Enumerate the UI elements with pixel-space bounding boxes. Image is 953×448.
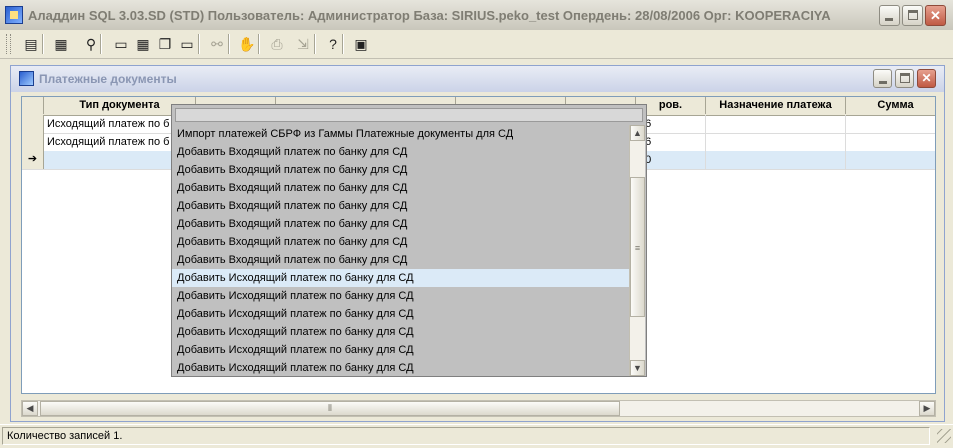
column-header[interactable]: Назначение платежа <box>706 97 846 114</box>
table-cell[interactable] <box>706 133 846 151</box>
dropdown-option[interactable]: Добавить Входящий платеж по банку для СД <box>172 143 629 161</box>
toolbar-separator <box>258 34 260 54</box>
window-single-button[interactable]: ▭ <box>110 33 132 55</box>
arrow-down-icon: ▼ <box>633 363 642 373</box>
minimize-icon <box>885 18 893 21</box>
toolbar-grip[interactable] <box>6 34 11 54</box>
child-maximize-button[interactable] <box>895 69 914 88</box>
table-cell[interactable] <box>706 115 846 133</box>
window-cascade-icon: ❐ <box>158 36 172 52</box>
dropdown-option[interactable]: Добавить Входящий платеж по банку для СД <box>172 233 629 251</box>
print-icon: ⎙ <box>271 36 283 52</box>
dropdown-option[interactable]: Добавить Входящий платеж по банку для СД <box>172 197 629 215</box>
dropdown-option[interactable]: Добавить Исходящий платеж по банку для С… <box>172 287 629 305</box>
column-header[interactable]: Сумма <box>846 97 935 114</box>
dropdown-scroll-thumb[interactable]: ≡ <box>630 177 645 317</box>
table-cell[interactable] <box>846 151 935 169</box>
scroll-right-button[interactable]: ▶ <box>919 401 935 416</box>
toolbar-separator <box>42 34 44 54</box>
window-single-icon: ▭ <box>114 36 128 52</box>
dropdown-option[interactable]: Добавить Исходящий платеж по банку для С… <box>172 359 629 377</box>
stop-button[interactable]: ✋ <box>236 33 258 55</box>
print-button[interactable]: ⎙ <box>266 33 288 55</box>
dropdown-option[interactable]: Добавить Исходящий платеж по банку для С… <box>172 305 629 323</box>
close-icon: ✕ <box>930 8 941 23</box>
help-button[interactable]: ? <box>322 33 344 55</box>
window-tile-button[interactable]: ▦ <box>132 33 154 55</box>
calculator-icon: ▣ <box>354 36 368 52</box>
arrow-right-icon: ▶ <box>923 403 931 413</box>
window-title: Аладдин SQL 3.03.SD (STD) Пользователь: … <box>28 8 831 23</box>
table-cell[interactable] <box>706 151 846 169</box>
help-icon: ? <box>329 36 337 52</box>
toolbar-separator <box>228 34 230 54</box>
status-text: Количество записей 1. <box>2 427 930 445</box>
dropdown-input[interactable] <box>175 108 643 122</box>
find-record-icon: ⚲ <box>85 36 97 52</box>
dropdown-option[interactable]: Добавить Исходящий платеж по банку для С… <box>172 341 629 359</box>
current-row-arrow-icon[interactable]: ➔ <box>22 151 44 169</box>
minimize-icon <box>879 81 887 84</box>
table-cell[interactable] <box>846 115 935 133</box>
find-record-button[interactable]: ⚲ <box>80 33 102 55</box>
horizontal-scrollbar[interactable]: ◀ ⦀ ▶ <box>21 400 936 417</box>
maximize-icon <box>908 10 918 20</box>
status-bar: Количество записей 1. <box>0 424 953 448</box>
database-button[interactable]: ▦ <box>50 33 72 55</box>
dropdown-option[interactable]: Импорт платежей СБРФ из Гаммы Платежные … <box>172 125 629 143</box>
arrow-left-icon: ◀ <box>26 403 34 413</box>
child-window-title: Платежные документы <box>39 72 177 86</box>
window-cascade-button[interactable]: ❐ <box>154 33 176 55</box>
toolbar: ▤ ▦ ⚲ ▭ ▦ ❐ ▭ ⚯ ✋ ⎙ ⇲? ▣ <box>0 30 953 59</box>
grip-icon: ⦀ <box>328 403 332 413</box>
header-corner <box>22 97 44 114</box>
child-close-button[interactable]: ✕ <box>917 69 936 88</box>
app-icon[interactable] <box>5 6 23 24</box>
main-window: Аладдин SQL 3.03.SD (STD) Пользователь: … <box>0 0 953 448</box>
maximize-button[interactable] <box>902 5 923 26</box>
dropdown-option[interactable]: Добавить Исходящий платеж по банку для С… <box>172 323 629 341</box>
table-cell[interactable] <box>846 133 935 151</box>
calculator-button[interactable]: ▣ <box>350 33 372 55</box>
dropdown-option[interactable]: Добавить Входящий платеж по банку для СД <box>172 161 629 179</box>
binoculars-button[interactable]: ⚯ <box>206 33 228 55</box>
scroll-left-button[interactable]: ◀ <box>22 401 38 416</box>
scroll-down-button[interactable]: ▼ <box>630 360 645 376</box>
toolbar-separator <box>314 34 316 54</box>
minimize-button[interactable] <box>879 5 900 26</box>
title-bar[interactable]: Аладдин SQL 3.03.SD (STD) Пользователь: … <box>0 0 953 30</box>
maximize-icon <box>900 73 910 83</box>
close-button[interactable]: ✕ <box>925 5 946 26</box>
dropdown-option[interactable]: Добавить Входящий платеж по банку для СД <box>172 251 629 269</box>
stop-icon: ✋ <box>238 36 256 52</box>
export-button[interactable]: ⇲ <box>292 33 314 55</box>
toolbar-separator <box>198 34 200 54</box>
resize-grip-icon[interactable] <box>937 429 951 443</box>
child-minimize-button[interactable] <box>873 69 892 88</box>
list-icon: ▤ <box>24 36 38 52</box>
list-button[interactable]: ▤ <box>20 33 42 55</box>
window-minimize-all-button[interactable]: ▭ <box>176 33 198 55</box>
document-type-dropdown[interactable]: Импорт платежей СБРФ из Гаммы Платежные … <box>171 104 647 377</box>
child-title-bar[interactable]: Платежные документы ✕ <box>11 66 944 92</box>
dropdown-option[interactable]: Добавить Исходящий платеж по банку для С… <box>172 269 629 287</box>
window-minimize-all-icon: ▭ <box>180 36 194 52</box>
scroll-up-button[interactable]: ▲ <box>630 125 645 141</box>
arrow-up-icon: ▲ <box>633 128 642 138</box>
dropdown-list: Импорт платежей СБРФ из Гаммы Платежные … <box>172 125 629 377</box>
database-icon: ▦ <box>54 36 68 52</box>
dropdown-option[interactable]: Добавить Входящий платеж по банку для СД <box>172 179 629 197</box>
row-header[interactable] <box>22 133 44 151</box>
window-tile-icon: ▦ <box>136 36 150 52</box>
grip-icon: ≡ <box>634 243 641 253</box>
binoculars-icon: ⚯ <box>211 36 223 52</box>
dropdown-scrollbar[interactable]: ▲ ≡ ▼ <box>629 125 645 376</box>
dropdown-option[interactable]: Добавить Входящий платеж по банку для СД <box>172 215 629 233</box>
export-icon: ⇲ <box>297 36 309 52</box>
close-icon: ✕ <box>921 71 932 85</box>
scroll-thumb[interactable]: ⦀ <box>40 401 620 416</box>
row-header[interactable] <box>22 115 44 133</box>
document-window-icon[interactable] <box>19 71 34 86</box>
